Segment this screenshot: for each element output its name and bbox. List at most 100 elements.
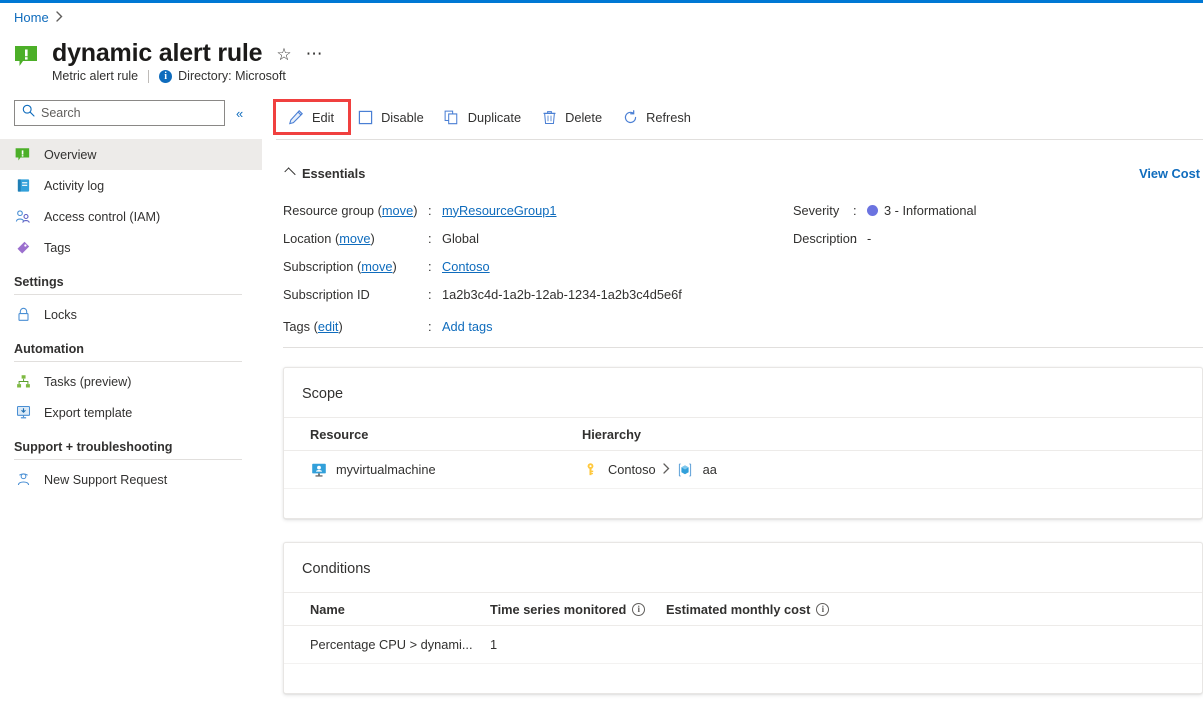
subscription-value[interactable]: Contoso	[442, 259, 490, 274]
disable-button[interactable]: Disable	[348, 102, 435, 132]
sidebar-group-title: Automation	[0, 342, 262, 356]
condition-time-series: 1	[490, 637, 666, 652]
scope-card-title: Scope	[284, 368, 1202, 402]
activity-log-icon	[14, 177, 32, 195]
essentials-row-subscription: Subscription (move) : Contoso	[283, 252, 783, 280]
sidebar-group-divider	[14, 459, 242, 460]
sidebar-item-label: Access control (IAM)	[44, 210, 160, 224]
column-header-name[interactable]: Name	[310, 602, 490, 617]
access-control-icon	[14, 208, 32, 226]
subscription-icon	[677, 461, 694, 478]
column-header-time-series-label: Time series monitored	[490, 602, 626, 617]
essentials-row-severity: Severity : 3 - Informational	[793, 196, 1183, 224]
sidebar-group-title: Support + troubleshooting	[0, 440, 262, 454]
sidebar-item-export-template[interactable]: Export template	[0, 397, 262, 428]
location-value: Global	[442, 231, 479, 246]
essentials-label: Essentials	[302, 166, 365, 181]
subscription-move-link[interactable]: move	[361, 259, 392, 274]
info-icon[interactable]: i	[632, 603, 645, 616]
table-row[interactable]: myvirtualmachine C	[284, 451, 1202, 489]
info-icon[interactable]: i	[816, 603, 829, 616]
edit-button[interactable]: Edit	[276, 102, 348, 132]
column-header-resource[interactable]: Resource	[310, 427, 582, 442]
table-row[interactable]: Percentage CPU > dynami... 1	[284, 626, 1202, 664]
disable-label: Disable	[381, 110, 424, 125]
support-request-icon	[14, 471, 32, 489]
search-input[interactable]	[41, 106, 209, 120]
sidebar-item-label: Tasks (preview)	[44, 375, 131, 389]
command-bar: Edit Disable Duplicate	[262, 96, 1203, 138]
location-move-link[interactable]: move	[339, 231, 370, 246]
sidebar-group-title: Settings	[0, 275, 262, 289]
more-options-icon[interactable]: ⋯	[306, 51, 324, 57]
column-header-estimated-cost[interactable]: Estimated monthly cost i	[666, 602, 866, 617]
sidebar-item-tags[interactable]: Tags	[0, 232, 262, 263]
scope-table-header: Resource Hierarchy	[284, 417, 1202, 451]
essentials-row-description: Description : -	[793, 224, 1183, 252]
page-title: dynamic alert rule	[52, 38, 262, 68]
severity-value: 3 - Informational	[867, 203, 976, 218]
refresh-button[interactable]: Refresh	[613, 102, 702, 132]
resource-group-key: Resource group (move)	[283, 203, 428, 218]
conditions-table: Name Time series monitored i Estimated m…	[284, 592, 1202, 664]
sidebar-item-new-support-request[interactable]: New Support Request	[0, 464, 262, 495]
tags-label: Tags	[283, 319, 310, 334]
copy-icon	[444, 109, 460, 125]
resource-type-label: Metric alert rule	[52, 69, 138, 83]
subscription-id-value: 1a2b3c4d-1a2b-12ab-1234-1a2b3c4d5e6f	[442, 287, 682, 302]
colon: :	[428, 231, 442, 246]
refresh-icon	[622, 109, 638, 125]
sidebar-item-tasks[interactable]: Tasks (preview)	[0, 366, 262, 397]
chevron-right-icon	[663, 463, 670, 477]
colon: :	[428, 319, 442, 334]
severity-label: Severity	[793, 203, 853, 218]
breadcrumb-home[interactable]: Home	[14, 10, 49, 25]
tags-edit-link[interactable]: edit	[318, 319, 339, 334]
sidebar-item-locks[interactable]: Locks	[0, 299, 262, 330]
resource-group-move-link[interactable]: move	[382, 203, 413, 218]
essentials-toggle[interactable]: Essentials View Cost	[283, 166, 1203, 181]
alert-rule-icon	[14, 44, 42, 72]
sidebar-item-overview[interactable]: Overview	[0, 139, 262, 170]
chevron-up-icon	[284, 167, 295, 178]
tasks-icon	[14, 373, 32, 391]
add-tags-link[interactable]: Add tags	[442, 319, 493, 334]
sidebar-item-access-control[interactable]: Access control (IAM)	[0, 201, 262, 232]
scope-resource-cell: myvirtualmachine	[310, 461, 582, 478]
column-header-time-series[interactable]: Time series monitored i	[490, 602, 666, 617]
top-accent-bar	[0, 0, 1203, 3]
description-value: -	[867, 231, 871, 246]
colon: :	[428, 259, 442, 274]
delete-button[interactable]: Delete	[532, 102, 613, 132]
page-header: dynamic alert rule ☆ ⋯	[14, 38, 324, 72]
export-template-icon	[14, 404, 32, 422]
sidebar-item-label: Activity log	[44, 179, 104, 193]
virtual-machine-icon	[310, 461, 327, 478]
essentials-section: Essentials View Cost Resource group (mov…	[283, 166, 1203, 334]
resource-group-value[interactable]: myResourceGroup1	[442, 203, 557, 218]
collapse-menu-icon[interactable]: «	[236, 107, 243, 120]
pencil-icon	[288, 109, 304, 125]
duplicate-button[interactable]: Duplicate	[435, 102, 532, 132]
column-header-hierarchy[interactable]: Hierarchy	[582, 427, 982, 442]
sidebar-item-activity-log[interactable]: Activity log	[0, 170, 262, 201]
delete-label: Delete	[565, 110, 602, 125]
sidebar-group-divider	[14, 361, 242, 362]
resource-group-label: Resource group	[283, 203, 374, 218]
description-label: Description	[793, 231, 853, 246]
sidebar-group-settings: Settings Locks	[0, 275, 262, 330]
subscription-label: Subscription	[283, 259, 353, 274]
condition-name: Percentage CPU > dynami...	[310, 637, 490, 652]
favorite-star-icon[interactable]: ☆	[276, 46, 291, 63]
view-cost-link[interactable]: View Cost	[1139, 166, 1200, 181]
refresh-label: Refresh	[646, 110, 691, 125]
duplicate-label: Duplicate	[468, 110, 521, 125]
sidebar-item-label: Tags	[44, 241, 71, 255]
location-key: Location (move)	[283, 231, 428, 246]
azure-portal-page: Home dynamic alert rule ☆ ⋯ Metric alert…	[0, 0, 1203, 726]
colon: :	[853, 231, 867, 246]
checkbox-empty-icon	[357, 109, 373, 125]
colon: :	[428, 287, 442, 302]
sidebar-group-support: Support + troubleshooting New Support Re…	[0, 440, 262, 495]
search-box[interactable]	[14, 100, 225, 126]
